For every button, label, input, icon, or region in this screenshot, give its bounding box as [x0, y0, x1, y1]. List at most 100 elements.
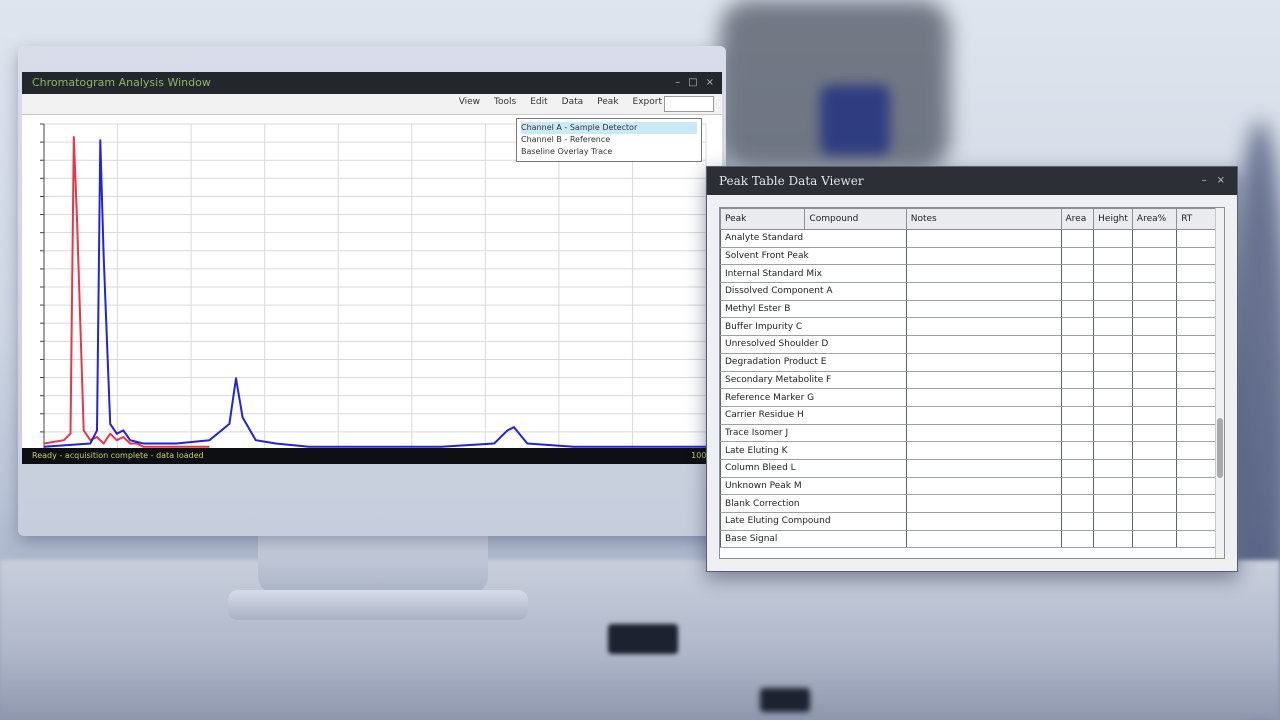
- table-cell: Blank Correction: [720, 494, 907, 513]
- table-row[interactable]: Late Eluting K: [720, 441, 1216, 460]
- table-row[interactable]: Trace Isomer J: [720, 424, 1216, 443]
- close-button[interactable]: ×: [706, 72, 714, 94]
- table-cell: [1093, 477, 1133, 496]
- table-row[interactable]: Dissolved Component A: [720, 282, 1216, 301]
- monitor: Chromatogram Analysis Window – □ × View …: [18, 46, 726, 536]
- window-controls: – □ ×: [675, 72, 714, 94]
- table-cell: [1176, 388, 1216, 407]
- series-line-2: [43, 139, 706, 448]
- table-row[interactable]: Buffer Impurity C: [720, 317, 1216, 337]
- column-header-height[interactable]: Height: [1093, 208, 1133, 230]
- status-text: Ready - acquisition complete - data load…: [32, 451, 204, 460]
- table-cell: [1060, 424, 1095, 443]
- toolbar-item-tools[interactable]: Tools: [494, 97, 516, 107]
- table-cell: [1131, 530, 1178, 549]
- table-cell: [1060, 388, 1095, 407]
- table-cell: [905, 371, 1062, 390]
- table-cell: [1060, 477, 1095, 496]
- table-cell: [1093, 282, 1133, 301]
- table-cell: [905, 494, 1062, 513]
- table-cell: [905, 459, 1062, 478]
- toolbar-item-edit[interactable]: Edit: [530, 97, 547, 107]
- toolbar-item-export[interactable]: Export: [633, 97, 662, 107]
- table-cell: [1060, 353, 1095, 372]
- table-cell: Unknown Peak M: [720, 477, 907, 496]
- table-cell: [905, 441, 1062, 460]
- table-cell: [1060, 512, 1095, 531]
- table-cell: [1131, 459, 1178, 478]
- table-cell: [1176, 317, 1216, 337]
- table-cell: [1131, 424, 1178, 443]
- table-scrollbar[interactable]: [1215, 208, 1224, 558]
- table-cell: [1176, 247, 1216, 266]
- monitor-base: [228, 590, 528, 620]
- table-cell: [905, 335, 1062, 354]
- toolbar-menu: View Tools Edit Data Peak Export: [459, 97, 662, 107]
- desk-object: [760, 688, 810, 712]
- table-row[interactable]: Internal Standard Mix: [720, 264, 1216, 284]
- column-header-area[interactable]: Area: [1060, 208, 1095, 230]
- legend-entry: Baseline Overlay Trace: [521, 147, 613, 156]
- table-row[interactable]: Analyte Standard: [720, 229, 1216, 248]
- table-cell: [1093, 247, 1133, 266]
- table-cell: [905, 388, 1062, 407]
- table-cell: [1060, 441, 1095, 460]
- toolbar-item-view[interactable]: View: [459, 97, 480, 107]
- table-cell: Trace Isomer J: [720, 424, 907, 443]
- table-cell: [1176, 282, 1216, 301]
- panel-close-button[interactable]: ×: [1217, 167, 1225, 195]
- table-cell: [1176, 371, 1216, 390]
- table-cell: [905, 477, 1062, 496]
- table-cell: [1093, 300, 1133, 319]
- scrollbar-thumb[interactable]: [1217, 418, 1223, 478]
- table-cell: [1060, 229, 1095, 248]
- table-cell: [905, 247, 1062, 266]
- table-row[interactable]: Methyl Ester B: [720, 300, 1216, 319]
- table-cell: [1060, 317, 1095, 337]
- table-cell: [1093, 229, 1133, 248]
- table-row[interactable]: Solvent Front Peak: [720, 247, 1216, 266]
- table-cell: [1093, 459, 1133, 478]
- table-cell: [1131, 264, 1178, 284]
- toolbar-item-peak[interactable]: Peak: [597, 97, 618, 107]
- table-cell: [1093, 494, 1133, 513]
- table-body: Analyte Standard Solvent Front Peak Intern…: [720, 229, 1216, 549]
- table-row[interactable]: Blank Correction: [720, 494, 1216, 513]
- table-cell: [1060, 459, 1095, 478]
- monitor-stand: [258, 534, 488, 594]
- status-bar: Ready - acquisition complete - data load…: [22, 448, 722, 464]
- table-cell: [1131, 371, 1178, 390]
- column-header-area-percent[interactable]: Area%: [1131, 208, 1178, 230]
- toolbar-dropdown[interactable]: [664, 96, 714, 112]
- maximize-button[interactable]: □: [688, 72, 697, 94]
- table-cell: [1093, 512, 1133, 531]
- peak-table: Peak Compound Notes Area Height Area% RT…: [719, 207, 1225, 559]
- panel-minimize-button[interactable]: –: [1202, 167, 1207, 195]
- chromatogram-plot[interactable]: [22, 116, 722, 462]
- legend-entry: Channel B - Reference: [521, 135, 611, 144]
- table-cell: [1131, 441, 1178, 460]
- table-cell: Internal Standard Mix: [720, 264, 907, 284]
- column-header-notes[interactable]: Notes: [905, 208, 1062, 230]
- table-row[interactable]: Carrier Residue H: [720, 406, 1216, 425]
- table-row[interactable]: Column Bleed L: [720, 459, 1216, 478]
- table-cell: Reference Marker G: [720, 388, 907, 407]
- table-row[interactable]: Reference Marker G: [720, 388, 1216, 407]
- table-cell: [1176, 441, 1216, 460]
- column-header-rt[interactable]: RT: [1176, 208, 1216, 230]
- table-cell: [1093, 353, 1133, 372]
- toolbar-item-data[interactable]: Data: [562, 97, 584, 107]
- panel-titlebar: Peak Table Data Viewer – ×: [707, 167, 1237, 195]
- minimize-button[interactable]: –: [675, 72, 680, 94]
- table-row[interactable]: Unresolved Shoulder D: [720, 335, 1216, 354]
- table-row[interactable]: Unknown Peak M: [720, 477, 1216, 496]
- table-cell: [1176, 353, 1216, 372]
- series-line-1: [43, 136, 210, 448]
- table-cell: [1131, 388, 1178, 407]
- table-row[interactable]: Late Eluting Compound: [720, 512, 1216, 531]
- table-row[interactable]: Base Signal: [720, 530, 1216, 549]
- column-header-peak[interactable]: Peak: [720, 208, 806, 230]
- table-row[interactable]: Degradation Product E: [720, 353, 1216, 372]
- column-header-compound[interactable]: Compound: [804, 208, 907, 230]
- table-row[interactable]: Secondary Metabolite F: [720, 371, 1216, 390]
